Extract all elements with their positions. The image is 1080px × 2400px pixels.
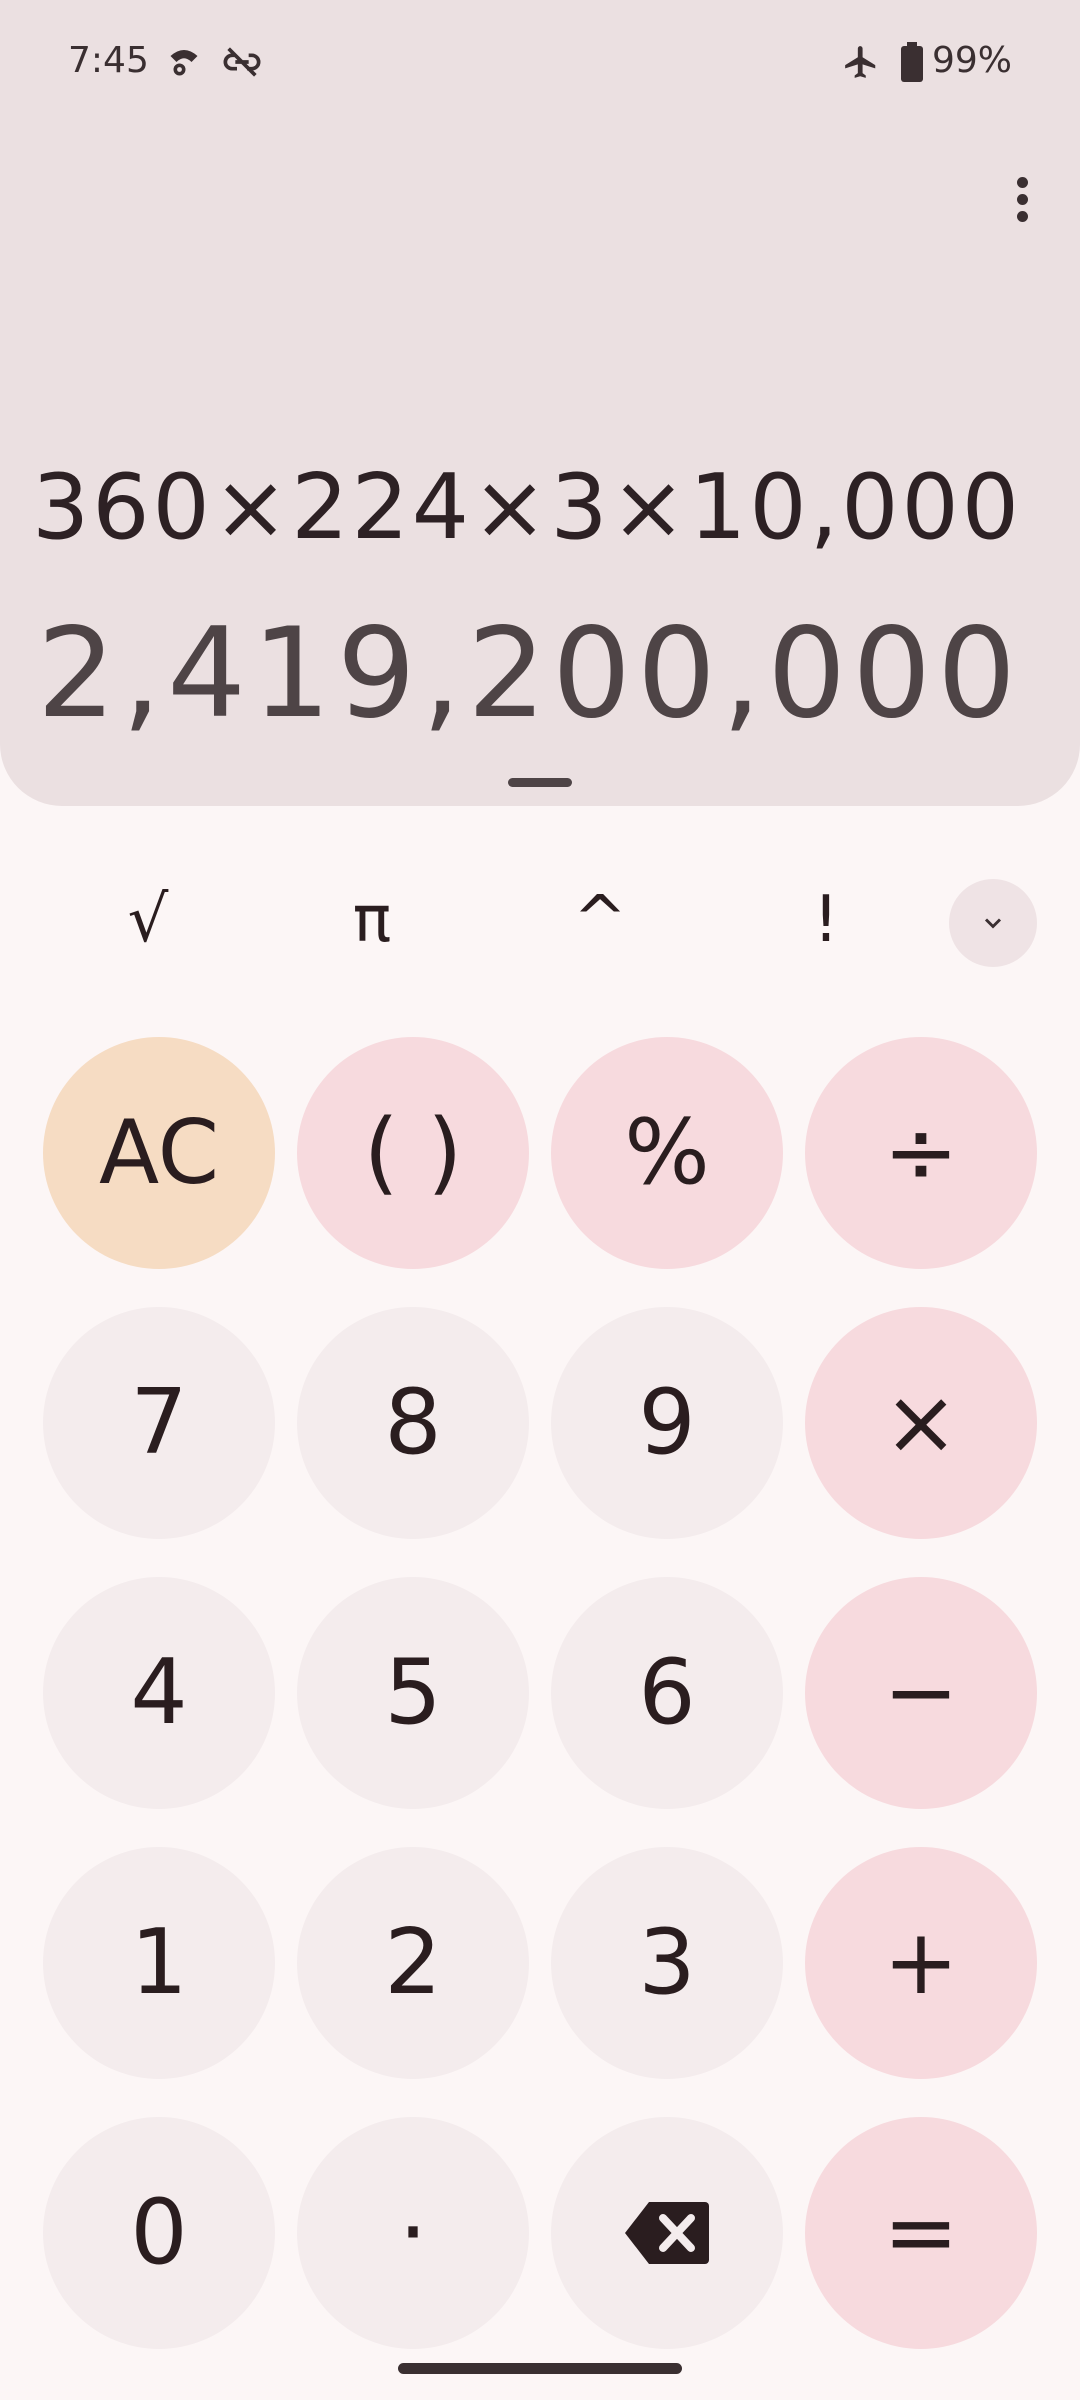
power-button[interactable]: ^ [545, 875, 655, 965]
chevron-down-icon [984, 918, 1002, 929]
clear-button[interactable]: AC [43, 1037, 275, 1269]
digit-4-button[interactable]: 4 [43, 1577, 275, 1809]
display-panel: 7:45 99% 360×224×3×10,000 2,419,200,000 [0, 0, 1080, 806]
digit-3-button[interactable]: 3 [551, 1847, 783, 2079]
drag-handle[interactable] [508, 778, 572, 787]
multiply-button[interactable]: × [805, 1307, 1037, 1539]
equals-button[interactable]: = [805, 2117, 1037, 2349]
gesture-nav-bar[interactable] [398, 2363, 682, 2374]
settings-cast-icon [166, 40, 202, 84]
sqrt-button[interactable]: √ [93, 875, 203, 965]
backspace-button[interactable] [551, 2117, 783, 2349]
backspace-icon [625, 2202, 709, 2264]
parentheses-button[interactable]: ( ) [297, 1037, 529, 1269]
divide-button[interactable]: ÷ [805, 1037, 1037, 1269]
minus-button[interactable]: − [805, 1577, 1037, 1809]
airplane-icon [842, 40, 880, 84]
decimal-button[interactable]: · [297, 2117, 529, 2349]
pi-button[interactable]: π [317, 875, 427, 965]
percent-button[interactable]: % [551, 1037, 783, 1269]
factorial-button[interactable]: ! [771, 875, 881, 965]
battery-percent: 99% [932, 40, 1013, 81]
digit-8-button[interactable]: 8 [297, 1307, 529, 1539]
status-time: 7:45 [68, 40, 149, 81]
plus-button[interactable]: + [805, 1847, 1037, 2079]
digit-6-button[interactable]: 6 [551, 1577, 783, 1809]
more-options-icon[interactable] [1002, 172, 1042, 232]
battery-icon [900, 40, 924, 84]
digit-7-button[interactable]: 7 [43, 1307, 275, 1539]
link-off-icon [222, 40, 262, 84]
result-text: 2,419,200,000 [36, 602, 1022, 746]
digit-1-button[interactable]: 1 [43, 1847, 275, 2079]
digit-0-button[interactable]: 0 [43, 2117, 275, 2349]
digit-5-button[interactable]: 5 [297, 1577, 529, 1809]
digit-9-button[interactable]: 9 [551, 1307, 783, 1539]
expression-text[interactable]: 360×224×3×10,000 [32, 455, 1022, 560]
digit-2-button[interactable]: 2 [297, 1847, 529, 2079]
status-bar: 7:45 99% [0, 0, 1080, 130]
expand-button[interactable] [949, 879, 1037, 967]
